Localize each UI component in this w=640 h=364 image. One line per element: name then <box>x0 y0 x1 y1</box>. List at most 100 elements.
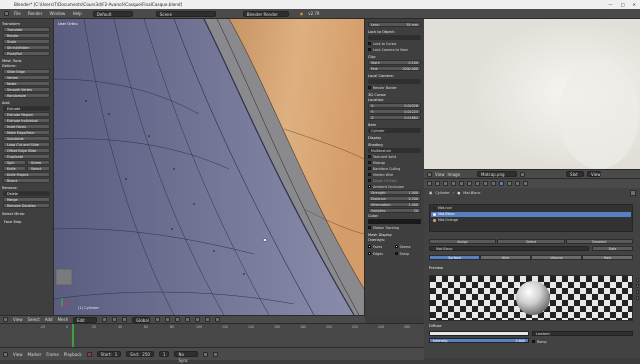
item-header[interactable]: Item <box>368 123 421 127</box>
object-tab-icon[interactable] <box>467 181 472 186</box>
panel-pin-icon[interactable] <box>630 190 636 196</box>
cursor-z-field[interactable]: Z: 0.01684 <box>368 115 421 120</box>
physics-tab-icon[interactable] <box>523 181 528 186</box>
transform-panel-header[interactable]: Transform <box>2 22 51 26</box>
rotate-button[interactable]: Rotate <box>3 33 50 38</box>
lock-camera-checkbox[interactable]: Lock Camera to View <box>368 47 421 52</box>
spin-button[interactable]: Spin <box>3 160 26 165</box>
push-pull-button[interactable]: Push/Pull <box>3 51 50 56</box>
ramp-checkbox[interactable]: Ramp <box>532 339 547 344</box>
timeline-menu-playback[interactable]: Playback <box>64 352 82 357</box>
render-tab-icon[interactable] <box>435 181 440 186</box>
data-tab-icon[interactable] <box>491 181 496 186</box>
cursor-x-field[interactable]: X: 0.04326 <box>368 103 421 108</box>
ao-samples-field[interactable]: Samples: 20 <box>368 208 421 213</box>
close-button[interactable]: ✕ <box>632 0 636 9</box>
slot-dropdown[interactable]: Slot 1 <box>566 171 585 183</box>
vertex-select-icon[interactable] <box>155 317 161 322</box>
tab-surface[interactable]: Surface <box>429 255 480 260</box>
constraints-tab-icon[interactable] <box>475 181 480 186</box>
viewport-menu-select[interactable]: Select <box>28 317 40 322</box>
noise-button[interactable]: Noise <box>3 81 50 86</box>
diffuse-intensity-slider[interactable]: Intensity: 0.800 <box>429 338 529 343</box>
maximize-button[interactable]: □ <box>621 0 625 9</box>
material-slot-item-selected[interactable]: Mat.Blanc <box>431 212 631 217</box>
scene-dropdown[interactable]: Scene <box>155 10 216 17</box>
make-edge-face-button[interactable]: Make Edge/Face <box>3 130 50 135</box>
overlay-seams-checkbox[interactable]: Seams <box>394 244 422 249</box>
depth-of-field-checkbox[interactable]: Depth Of Field <box>368 178 421 183</box>
lock-object-field[interactable] <box>368 35 421 40</box>
deselect-button[interactable]: Deselect <box>565 239 633 244</box>
knife-button[interactable]: Knife <box>3 166 26 171</box>
timeline[interactable]: -20 0 20 40 60 80 100 120 140 160 180 200 220 240 260 <box>0 323 424 348</box>
image-name-field[interactable]: Matcap.png <box>477 171 518 177</box>
record-icon[interactable] <box>86 351 92 357</box>
offset-edge-slide-button[interactable]: Offset Edge Slide <box>3 148 50 153</box>
smooth-vertex-button[interactable]: Smooth Vertex <box>3 87 50 92</box>
viewport-menu-view[interactable]: View <box>13 317 23 322</box>
viewport-editor-icon[interactable] <box>3 317 8 322</box>
image-close-icon[interactable] <box>520 171 526 177</box>
slide-edge-button[interactable]: Slide Edge <box>3 69 50 74</box>
3d-cursor-header[interactable]: 3D Cursor <box>368 93 421 97</box>
lens-field[interactable]: Lens: 35 mm <box>368 22 421 27</box>
ao-distance-field[interactable]: Distance: 0.200 <box>368 196 421 201</box>
minimize-button[interactable]: — <box>608 0 612 9</box>
subdivide-button[interactable]: Subdivide <box>3 136 50 141</box>
vertex-button[interactable]: Vertex <box>3 75 50 80</box>
overlay-edges-checkbox[interactable]: Edges <box>368 251 395 256</box>
extrude-dropdown[interactable]: Extrude <box>3 106 50 111</box>
mode-dropdown[interactable]: Edit Mode <box>73 316 98 329</box>
ao-color-swatch[interactable] <box>368 219 421 224</box>
diffuse-color-swatch[interactable] <box>429 331 529 336</box>
preview-header[interactable]: Preview <box>429 266 443 270</box>
image-editor-type-icon[interactable] <box>427 171 432 177</box>
texture-tab-icon[interactable] <box>507 181 512 186</box>
matcap-checkbox[interactable]: Matcap <box>368 160 421 165</box>
tab-wire[interactable]: Wire <box>480 255 531 260</box>
extrude-region-button[interactable]: Extrude Region <box>3 112 50 117</box>
data-dropdown[interactable]: Data <box>592 246 633 251</box>
image-menu-image[interactable]: Image <box>448 172 461 177</box>
image-menu-view[interactable]: View <box>435 172 445 177</box>
knife-select-button[interactable]: Select <box>27 166 50 171</box>
select-button[interactable]: Select <box>497 239 565 244</box>
modifiers-tab-icon[interactable] <box>483 181 488 186</box>
proportional-icon[interactable] <box>195 317 201 322</box>
play-icon[interactable] <box>213 351 219 357</box>
material-slot-item[interactable]: Mat.noir <box>431 206 631 211</box>
snap-icon[interactable] <box>205 317 211 322</box>
clip-start-field[interactable]: Start: 0.100 <box>368 60 421 65</box>
diffuse-shader-dropdown[interactable]: Lambert <box>532 331 633 336</box>
shading-header[interactable]: Shading <box>368 143 421 147</box>
pivot-icon[interactable] <box>112 317 118 322</box>
occlude-icon[interactable] <box>185 317 191 322</box>
clip-end-field[interactable]: End: 1000.000 <box>368 66 421 71</box>
face-select-icon[interactable] <box>175 317 181 322</box>
face-step-checkbox[interactable]: Face Step <box>2 220 51 224</box>
item-name-field[interactable]: Cylinder <box>368 128 421 133</box>
local-camera-field[interactable] <box>368 79 421 84</box>
render-layers-tab-icon[interactable] <box>443 181 448 186</box>
tab-volume[interactable]: Volume <box>531 255 582 260</box>
ambient-occlusion-checkbox[interactable]: Ambient Occlusion <box>368 184 421 189</box>
display-header[interactable]: Display <box>368 136 421 140</box>
delete-dropdown[interactable]: Delete <box>3 191 50 196</box>
end-frame-field[interactable]: End: 250 <box>126 351 154 357</box>
overlay-sharp-checkbox[interactable]: Sharp <box>394 251 422 256</box>
editor-type-icon[interactable] <box>4 11 9 16</box>
timeline-editor-icon[interactable] <box>3 351 8 357</box>
assign-button[interactable]: Assign <box>429 239 497 244</box>
start-frame-field[interactable]: Start: 1 <box>96 351 122 357</box>
viewport-menu-add[interactable]: Add <box>45 317 53 322</box>
manipulator-icon[interactable] <box>122 317 128 322</box>
render-border-checkbox[interactable]: Render Border <box>368 85 421 90</box>
translate-button[interactable]: Translate <box>3 27 50 32</box>
keying-icon[interactable] <box>203 351 209 357</box>
orientation-dropdown[interactable]: Global <box>132 316 151 323</box>
ao-strength-field[interactable]: Strength: 1.000 <box>368 190 421 195</box>
properties-editor-icon[interactable] <box>427 181 432 186</box>
hidden-wire-checkbox[interactable]: Hidden Wire <box>368 172 421 177</box>
screen-layout-dropdown[interactable]: Default <box>92 10 133 17</box>
